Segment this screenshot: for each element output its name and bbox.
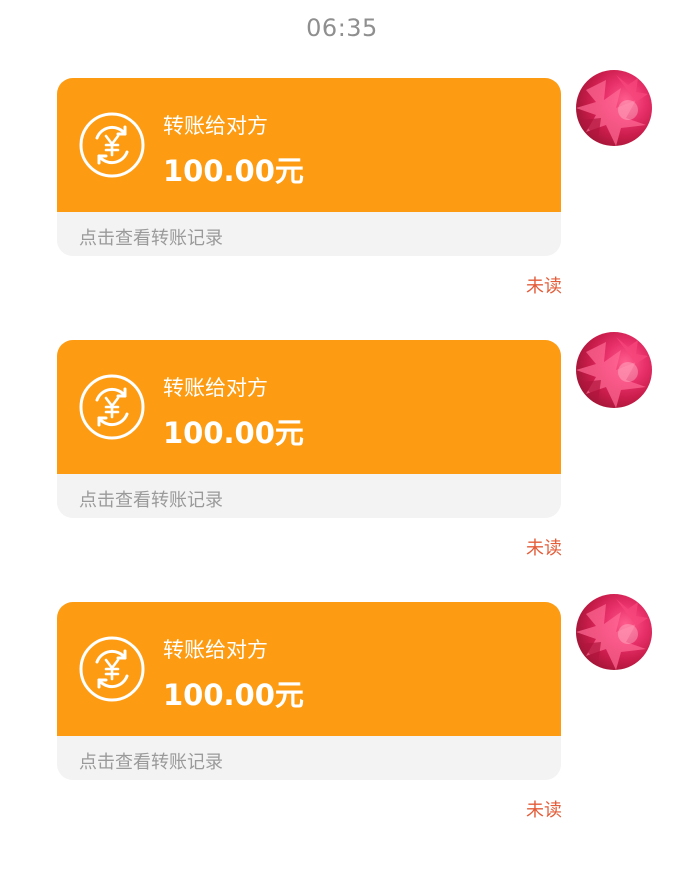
view-transfer-record-link[interactable]: 点击查看转账记录 bbox=[79, 748, 223, 774]
view-transfer-record-link[interactable]: 点击查看转账记录 bbox=[79, 224, 223, 250]
transfer-label: 转账给对方 bbox=[163, 376, 268, 400]
transfer-bubble-header: 转账给对方 100.00元 bbox=[57, 78, 561, 212]
unread-status: 未读 bbox=[526, 800, 562, 821]
transfer-amount: 100.00元 bbox=[163, 678, 304, 712]
user-avatar[interactable] bbox=[576, 594, 652, 670]
transfer-bubble-header: 转账给对方 100.00元 bbox=[57, 602, 561, 736]
transfer-amount: 100.00元 bbox=[163, 416, 304, 450]
unread-status: 未读 bbox=[526, 538, 562, 559]
transfer-amount: 100.00元 bbox=[163, 154, 304, 188]
chat-timestamp: 06:35 bbox=[306, 14, 378, 42]
transfer-label: 转账给对方 bbox=[163, 114, 268, 138]
transfer-bubble[interactable]: 转账给对方 100.00元 点击查看转账记录 bbox=[57, 602, 561, 780]
transfer-footer: 点击查看转账记录 bbox=[57, 212, 561, 256]
view-transfer-record-link[interactable]: 点击查看转账记录 bbox=[79, 486, 223, 512]
user-avatar[interactable] bbox=[576, 70, 652, 146]
transfer-message: 转账给对方 100.00元 点击查看转账记录 未读 bbox=[0, 332, 684, 572]
chat-page: 06:35 转账给对方 100.00元 点击查看转账记录 未读 转账给对方 10… bbox=[0, 0, 684, 888]
transfer-footer: 点击查看转账记录 bbox=[57, 736, 561, 780]
transfer-yuan-icon bbox=[79, 636, 145, 702]
transfer-yuan-icon bbox=[79, 112, 145, 178]
transfer-message: 转账给对方 100.00元 点击查看转账记录 未读 bbox=[0, 70, 684, 310]
transfer-footer: 点击查看转账记录 bbox=[57, 474, 561, 518]
user-avatar[interactable] bbox=[576, 332, 652, 408]
unread-status: 未读 bbox=[526, 276, 562, 297]
transfer-label: 转账给对方 bbox=[163, 638, 268, 662]
transfer-bubble[interactable]: 转账给对方 100.00元 点击查看转账记录 bbox=[57, 78, 561, 256]
transfer-message: 转账给对方 100.00元 点击查看转账记录 未读 bbox=[0, 594, 684, 834]
transfer-yuan-icon bbox=[79, 374, 145, 440]
transfer-bubble-header: 转账给对方 100.00元 bbox=[57, 340, 561, 474]
transfer-bubble[interactable]: 转账给对方 100.00元 点击查看转账记录 bbox=[57, 340, 561, 518]
